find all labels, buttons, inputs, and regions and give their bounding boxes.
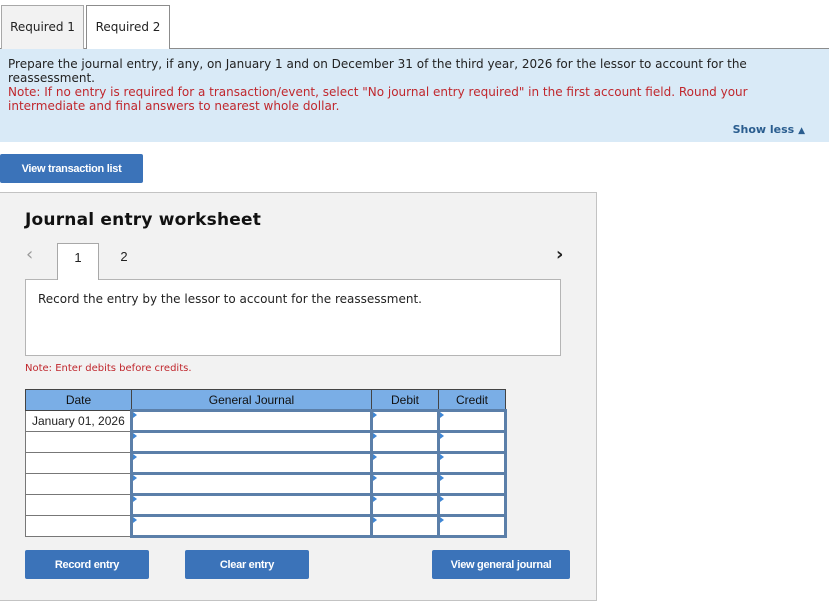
header-date: Date <box>25 389 132 411</box>
account-input[interactable] <box>130 451 373 475</box>
view-transaction-list-button[interactable]: View transaction list <box>0 154 143 183</box>
account-input[interactable] <box>130 409 373 433</box>
page-tab-2[interactable]: 2 <box>103 243 145 280</box>
instructions-text: Prepare the journal entry, if any, on Ja… <box>8 57 747 85</box>
table-row <box>25 430 507 454</box>
header-general-journal: General Journal <box>131 389 372 411</box>
view-general-journal-button[interactable]: View general journal <box>432 550 570 579</box>
show-less-toggle[interactable]: Show less ▲ <box>733 123 805 138</box>
credit-input[interactable] <box>437 409 507 433</box>
table-row <box>25 451 507 475</box>
page-tab-1[interactable]: 1 <box>57 243 99 280</box>
header-debit: Debit <box>371 389 439 411</box>
chevron-right-icon[interactable]: › <box>556 244 563 265</box>
instructions-panel: Prepare the journal entry, if any, on Ja… <box>0 49 829 142</box>
account-input[interactable] <box>130 472 373 496</box>
debit-input[interactable] <box>370 430 440 454</box>
tab-required-2[interactable]: Required 2 <box>86 5 170 50</box>
table-row <box>25 493 507 517</box>
account-input[interactable] <box>130 430 373 454</box>
instructions-note: Note: If no entry is required for a tran… <box>8 85 748 113</box>
header-credit: Credit <box>438 389 506 411</box>
tab-required-1[interactable]: Required 1 <box>1 5 84 49</box>
table-row: January 01, 2026 <box>25 409 507 433</box>
clear-entry-button[interactable]: Clear entry <box>185 550 309 579</box>
debit-input[interactable] <box>370 472 440 496</box>
triangle-up-icon: ▲ <box>798 126 805 136</box>
date-cell[interactable] <box>25 515 132 537</box>
date-cell[interactable]: January 01, 2026 <box>25 410 132 432</box>
credit-input[interactable] <box>437 514 507 538</box>
chevron-left-icon[interactable]: ‹ <box>26 244 33 265</box>
debit-input[interactable] <box>370 409 440 433</box>
debit-input[interactable] <box>370 514 440 538</box>
date-cell[interactable] <box>25 431 132 453</box>
account-input[interactable] <box>130 514 373 538</box>
credit-input[interactable] <box>437 451 507 475</box>
debit-input[interactable] <box>370 493 440 517</box>
account-input[interactable] <box>130 493 373 517</box>
journal-table: Date General Journal Debit Credit Januar… <box>25 389 507 538</box>
table-row <box>25 472 507 496</box>
date-cell[interactable] <box>25 494 132 516</box>
journal-entry-worksheet: Journal entry worksheet ‹ 1 2 › Record t… <box>0 192 597 601</box>
date-cell[interactable] <box>25 473 132 495</box>
journal-table-header: Date General Journal Debit Credit <box>25 389 506 411</box>
requirement-tabs: Required 1 Required 2 <box>0 5 829 50</box>
entry-description: Record the entry by the lessor to accoun… <box>25 279 561 356</box>
debits-note: Note: Enter debits before credits. <box>25 363 192 374</box>
date-cell[interactable] <box>25 452 132 474</box>
show-less-label: Show less <box>732 123 795 136</box>
record-entry-button[interactable]: Record entry <box>25 550 149 579</box>
credit-input[interactable] <box>437 472 507 496</box>
credit-input[interactable] <box>437 493 507 517</box>
entry-description-text: Record the entry by the lessor to accoun… <box>38 292 422 306</box>
debit-input[interactable] <box>370 451 440 475</box>
credit-input[interactable] <box>437 430 507 454</box>
table-row <box>25 514 507 538</box>
worksheet-title: Journal entry worksheet <box>25 210 262 230</box>
